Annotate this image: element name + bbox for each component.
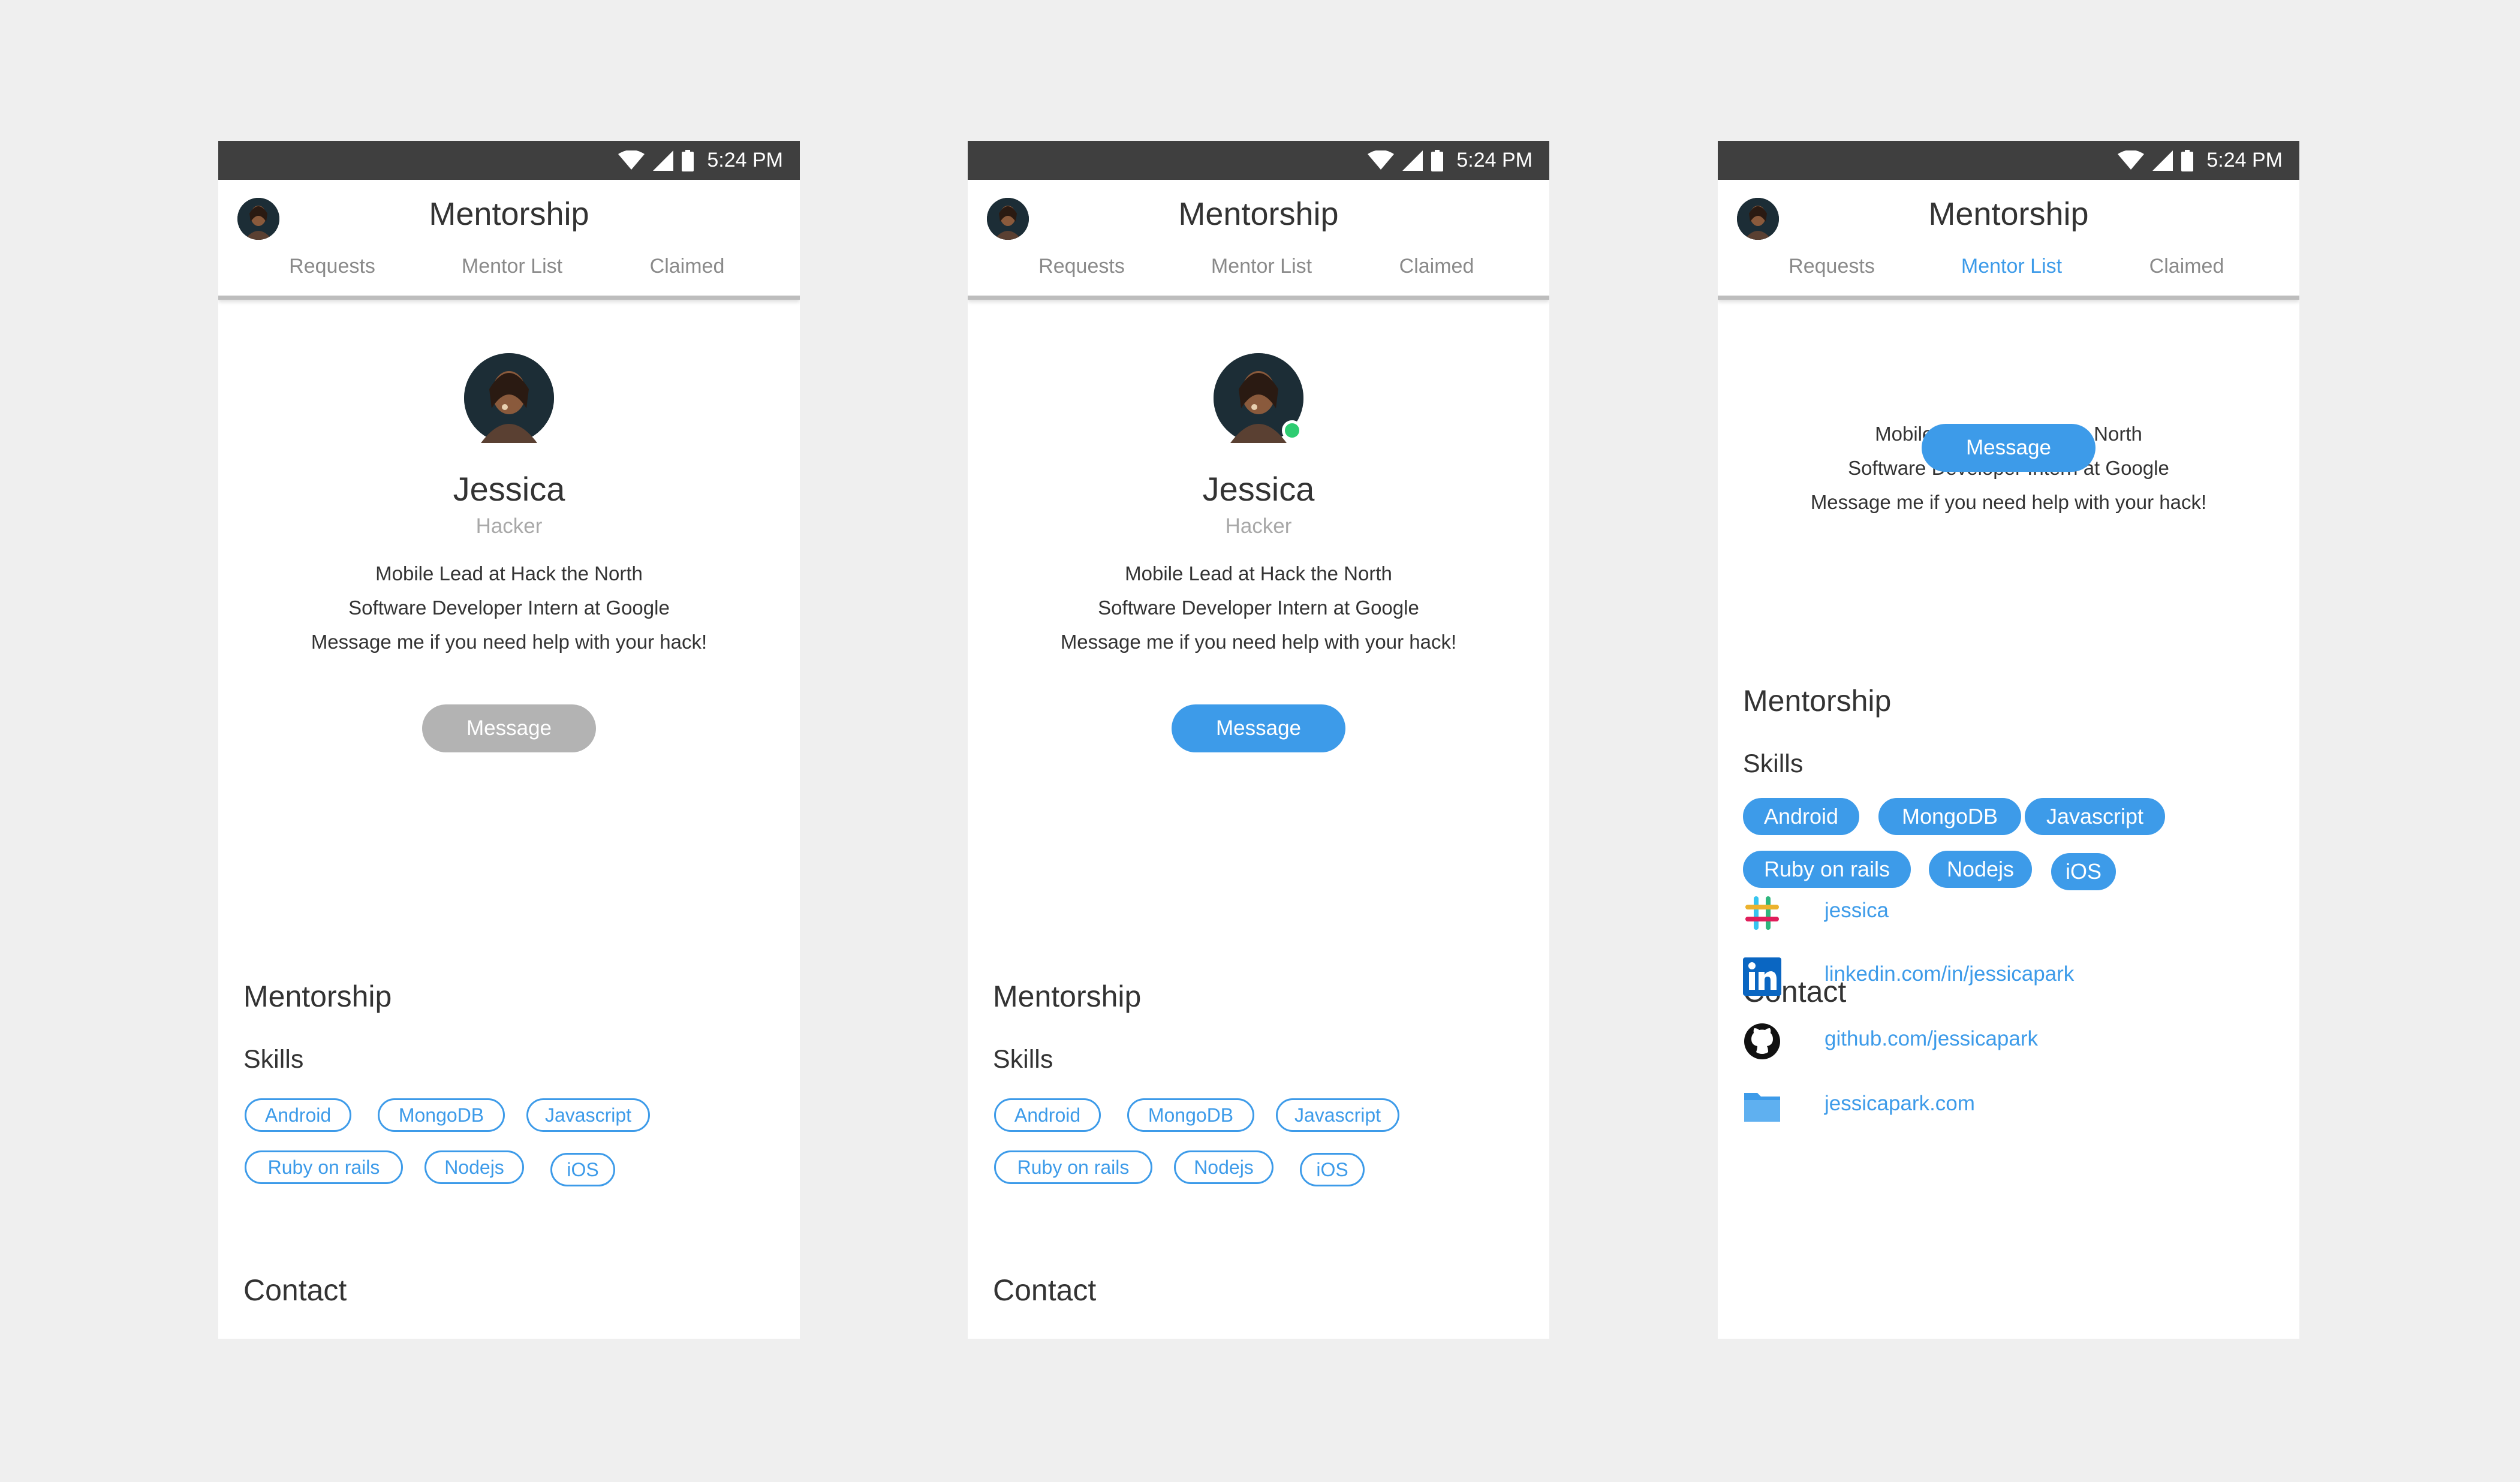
bio-line: Message me if you need help with your ha… bbox=[1060, 631, 1457, 653]
skill-chip: Javascript bbox=[2025, 798, 2165, 835]
profile-avatar bbox=[1214, 353, 1303, 443]
mentorship-heading: Mentorship bbox=[1743, 684, 1892, 718]
profile-name: Jessica bbox=[453, 470, 565, 508]
skill-chip: Android bbox=[994, 1098, 1101, 1132]
slack-icon bbox=[1745, 896, 1779, 930]
tab-claimed[interactable]: Claimed bbox=[1399, 255, 1474, 278]
mentorship-heading: Mentorship bbox=[993, 980, 1142, 1013]
page-title: Mentorship bbox=[1928, 196, 2089, 232]
bio-line: Message me if you need help with your ha… bbox=[1810, 491, 2207, 513]
app-header: Mentorship Requests Mentor List Claimed bbox=[218, 180, 800, 300]
profile-role: Hacker bbox=[1225, 514, 1292, 538]
tab-bar: Requests Mentor List Claimed bbox=[1718, 255, 2299, 291]
bio-line: Message me if you need help with your ha… bbox=[311, 631, 707, 653]
skills-heading: Skills bbox=[243, 1045, 304, 1074]
contact-link-linkedin[interactable]: linkedin.com/in/jessicapark bbox=[1824, 962, 2074, 986]
tab-requests[interactable]: Requests bbox=[1789, 255, 1875, 278]
skill-chip: iOS bbox=[550, 1153, 615, 1186]
tab-claimed[interactable]: Claimed bbox=[650, 255, 725, 278]
tab-mentor-list[interactable]: Mentor List bbox=[1211, 255, 1312, 278]
profile-content: Jessica Hacker Mobile Lead at Hack the N… bbox=[218, 141, 800, 1339]
profile-content: Mobile Lead at Hack the North Software D… bbox=[1718, 141, 2299, 1339]
tab-requests[interactable]: Requests bbox=[1038, 255, 1125, 278]
tab-mentor-list[interactable]: Mentor List bbox=[1961, 255, 2062, 278]
skill-chip: Ruby on rails bbox=[245, 1150, 403, 1184]
skill-chip: Ruby on rails bbox=[994, 1150, 1152, 1184]
bio-line: Mobile Lead at Hack the North bbox=[1125, 562, 1392, 585]
tab-bar: Requests Mentor List Claimed bbox=[968, 255, 1549, 291]
app-header: Mentorship Requests Mentor List Claimed bbox=[968, 180, 1549, 300]
contact-link-website[interactable]: jessicapark.com bbox=[1824, 1092, 1975, 1116]
bio-line: Software Developer Intern at Google bbox=[348, 597, 670, 619]
skills-heading: Skills bbox=[993, 1045, 1053, 1074]
skill-chip: MongoDB bbox=[1127, 1098, 1254, 1132]
skill-chip: MongoDB bbox=[1878, 798, 2021, 835]
profile-role: Hacker bbox=[475, 514, 543, 538]
linkedin-icon bbox=[1743, 957, 1781, 996]
phone-screen-1: 5:24 PM Mentorship Requests Mentor List … bbox=[218, 141, 800, 1339]
page-title: Mentorship bbox=[1178, 196, 1339, 232]
online-status-dot bbox=[1282, 420, 1302, 441]
bio-line: Software Developer Intern at Google bbox=[1098, 597, 1419, 619]
tab-claimed[interactable]: Claimed bbox=[2149, 255, 2224, 278]
skill-chip: MongoDB bbox=[378, 1098, 505, 1132]
skill-chip: Nodejs bbox=[424, 1150, 524, 1184]
contact-heading: Contact bbox=[243, 1273, 347, 1307]
tab-bar: Requests Mentor List Claimed bbox=[218, 255, 800, 291]
mentorship-heading: Mentorship bbox=[243, 980, 392, 1013]
phone-screen-2: 5:24 PM Mentorship Requests Mentor List … bbox=[968, 141, 1549, 1339]
skill-chip: iOS bbox=[1300, 1153, 1365, 1186]
message-button[interactable]: Message bbox=[1922, 424, 2096, 472]
contact-link-slack[interactable]: jessica bbox=[1824, 899, 1889, 923]
skill-chip: Ruby on rails bbox=[1743, 851, 1911, 888]
profile-name: Jessica bbox=[1202, 470, 1315, 508]
skill-chip: iOS bbox=[2051, 853, 2116, 890]
message-button[interactable]: Message bbox=[1172, 704, 1345, 752]
skill-chip: Nodejs bbox=[1174, 1150, 1273, 1184]
skill-chip: Javascript bbox=[1276, 1098, 1399, 1132]
profile-avatar bbox=[464, 353, 554, 443]
bio-line: Mobile Lead at Hack the North bbox=[375, 562, 643, 585]
tab-mentor-list[interactable]: Mentor List bbox=[462, 255, 562, 278]
contact-heading: Contact bbox=[993, 1273, 1097, 1307]
message-button[interactable]: Message bbox=[422, 704, 596, 752]
phone-screen-3: 5:24 PM Mentorship Requests Mentor List … bbox=[1718, 141, 2299, 1339]
skill-chip: Nodejs bbox=[1929, 851, 2032, 888]
skill-chip: Android bbox=[1743, 798, 1859, 835]
contact-link-github[interactable]: github.com/jessicapark bbox=[1824, 1027, 2038, 1051]
skill-chip: Javascript bbox=[526, 1098, 650, 1132]
github-icon bbox=[1744, 1023, 1780, 1059]
skills-heading: Skills bbox=[1743, 749, 1804, 778]
tab-requests[interactable]: Requests bbox=[289, 255, 375, 278]
page-title: Mentorship bbox=[429, 196, 589, 232]
skill-chip: Android bbox=[245, 1098, 351, 1132]
app-header: Mentorship Requests Mentor List Claimed bbox=[1718, 180, 2299, 300]
folder-icon bbox=[1744, 1093, 1780, 1122]
profile-content: Jessica Hacker Mobile Lead at Hack the N… bbox=[968, 141, 1549, 1339]
